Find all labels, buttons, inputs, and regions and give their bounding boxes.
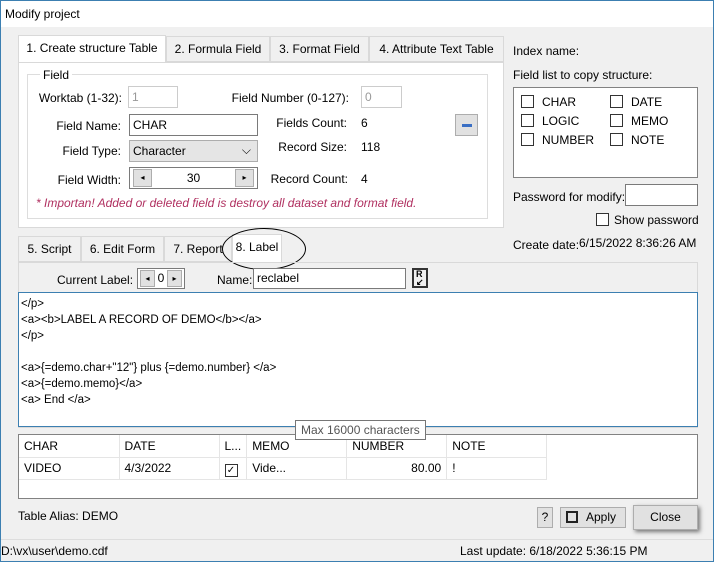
index-name-label: Index name: bbox=[513, 44, 580, 58]
remove-field-button[interactable] bbox=[455, 114, 478, 136]
fields-count-label: Fields Count: bbox=[276, 116, 347, 130]
table-alias: Table Alias: DEMO bbox=[18, 509, 119, 523]
checkmark-icon[interactable]: ✓ bbox=[224, 463, 238, 477]
save-icon bbox=[566, 511, 578, 523]
field-type-label: Field Type: bbox=[62, 144, 121, 158]
prev-label-button[interactable]: ◂ bbox=[140, 270, 155, 287]
help-button[interactable]: ? bbox=[537, 507, 553, 528]
label-editor[interactable]: </p> <a><b>LABEL A RECORD OF DEMO</b></a… bbox=[18, 292, 698, 427]
chevron-down-icon: ⌵ bbox=[241, 143, 251, 157]
field-item-logic[interactable]: LOGIC bbox=[521, 114, 579, 128]
field-list: CHAR DATE LOGIC MEMO NUMBER NOTE bbox=[513, 87, 698, 178]
field-width-stepper[interactable]: 30 ◂ ▸ bbox=[129, 167, 258, 189]
table-row[interactable]: VIDEO 4/3/2022 ✓ Vide... 80.00 ! bbox=[19, 457, 548, 479]
checkbox-cell[interactable]: ✓ bbox=[219, 457, 248, 479]
editor-line: <a> End </a> bbox=[21, 394, 91, 406]
cell[interactable]: 4/3/2022 bbox=[119, 457, 220, 479]
editor-line: </p> bbox=[21, 298, 45, 310]
record-count-label: Record Count: bbox=[270, 172, 348, 186]
create-date-value: 6/15/2022 8:36:26 AM bbox=[579, 236, 697, 250]
name-label: Name: bbox=[217, 273, 253, 287]
field-width-label: Field Width: bbox=[57, 173, 121, 187]
field-item-char[interactable]: CHAR bbox=[521, 95, 576, 109]
cell[interactable]: ! bbox=[446, 457, 548, 479]
current-label-label: Current Label: bbox=[57, 273, 134, 287]
field-type-value: Character bbox=[133, 144, 186, 158]
close-button[interactable]: Close bbox=[633, 505, 698, 530]
column-header[interactable]: L... bbox=[219, 435, 248, 457]
label-name-input[interactable]: reclabel bbox=[253, 268, 406, 289]
editor-line: <a>{=demo.char+"12"} plus {=demo.number}… bbox=[21, 362, 277, 374]
column-header[interactable]: CHAR bbox=[19, 435, 120, 457]
field-name-label: Field Name: bbox=[56, 119, 121, 133]
field-item-memo[interactable]: MEMO bbox=[610, 114, 668, 128]
create-date-label: Create date: bbox=[513, 238, 580, 252]
tab-formula-field[interactable]: 2. Formula Field bbox=[166, 36, 270, 62]
tab-format-field[interactable]: 3. Format Field bbox=[270, 36, 369, 62]
tab-edit-form[interactable]: 6. Edit Form bbox=[81, 236, 164, 262]
record-count-value: 4 bbox=[361, 172, 368, 186]
field-name-input[interactable]: CHAR bbox=[129, 114, 258, 136]
data-grid[interactable]: CHAR DATE L... MEMO NUMBER NOTE VIDEO 4/… bbox=[18, 434, 698, 499]
cell[interactable]: Vide... bbox=[246, 457, 348, 479]
next-label-button[interactable]: ▸ bbox=[167, 270, 182, 287]
field-type-select[interactable]: Character ⌵ bbox=[129, 140, 258, 162]
cell[interactable]: 80.00 bbox=[346, 457, 448, 479]
record-size-value: 118 bbox=[361, 140, 381, 154]
record-size-label: Record Size: bbox=[278, 140, 347, 154]
field-width-value: 30 bbox=[186, 171, 201, 185]
column-header[interactable]: NOTE bbox=[446, 435, 548, 457]
field-number-label: Field Number (0-127): bbox=[231, 91, 349, 105]
increment-button[interactable]: ▸ bbox=[235, 169, 254, 187]
field-item-note[interactable]: NOTE bbox=[610, 133, 664, 147]
cell[interactable]: VIDEO bbox=[19, 457, 120, 479]
minus-icon bbox=[461, 124, 472, 127]
field-list-label: Field list to copy structure: bbox=[513, 68, 653, 82]
show-password-checkbox[interactable]: Show password bbox=[596, 213, 699, 227]
decrement-button[interactable]: ◂ bbox=[133, 169, 152, 187]
warning-text: * Importan! Added or deleted field is de… bbox=[36, 196, 417, 210]
grid-header: CHAR DATE L... MEMO NUMBER NOTE bbox=[19, 435, 548, 457]
field-item-number[interactable]: NUMBER bbox=[521, 133, 594, 147]
editor-line: <a>{=demo.memo}</a> bbox=[21, 378, 143, 390]
fields-count-value: 6 bbox=[361, 116, 368, 130]
apply-button[interactable]: Apply bbox=[560, 507, 626, 528]
editor-line: </p> bbox=[21, 330, 45, 342]
password-label: Password for modify: bbox=[513, 190, 626, 204]
field-group-legend: Field bbox=[40, 68, 73, 82]
edit-label-icon[interactable]: R ↙ bbox=[412, 268, 428, 288]
field-item-date[interactable]: DATE bbox=[610, 95, 662, 109]
field-number-input[interactable]: 0 bbox=[361, 86, 402, 108]
worktab-input[interactable]: 1 bbox=[128, 86, 178, 108]
tab-script[interactable]: 5. Script bbox=[18, 236, 81, 262]
status-divider bbox=[1, 539, 713, 540]
tooltip: Max 16000 characters bbox=[295, 420, 426, 440]
current-label-stepper[interactable]: 0 ◂ ▸ bbox=[137, 268, 185, 289]
last-update: Last update: 6/18/2022 5:36:15 PM bbox=[460, 544, 648, 558]
file-path: D:\vx\user\demo.cdf bbox=[1, 544, 108, 558]
tab-attribute-text[interactable]: 4. Attribute Text Table bbox=[369, 36, 504, 62]
password-input[interactable] bbox=[625, 184, 698, 206]
editor-line: <a><b>LABEL A RECORD OF DEMO</b></a> bbox=[21, 314, 262, 326]
worktab-label: Worktab (1-32): bbox=[38, 91, 122, 105]
window-title: Modify project bbox=[5, 7, 80, 21]
title-bar: Modify project bbox=[1, 1, 713, 27]
column-header[interactable]: DATE bbox=[119, 435, 220, 457]
tab-create-structure[interactable]: 1. Create structure Table bbox=[18, 35, 166, 63]
